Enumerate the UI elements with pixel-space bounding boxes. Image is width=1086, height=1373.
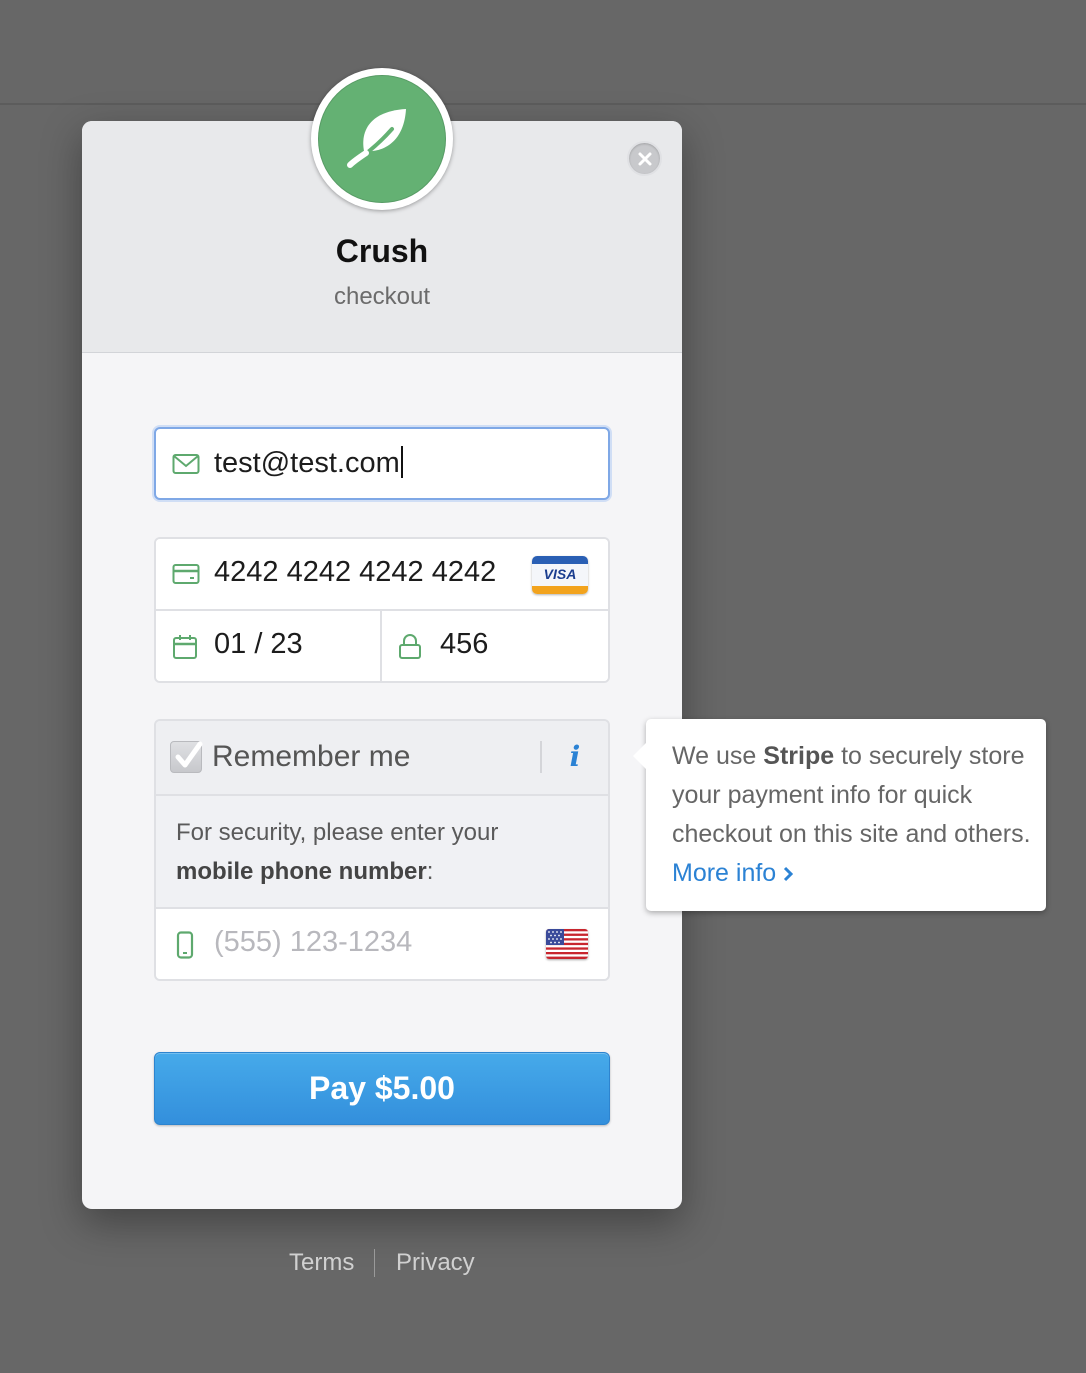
cvc-value: 456 [440,628,489,660]
vertical-divider [540,741,542,773]
us-flag-icon[interactable] [546,929,588,959]
card-details-group: 4242 4242 4242 4242 VISA 01 / 23 456 [154,537,610,683]
remember-me-section: Remember me i For security, please enter… [154,719,610,981]
more-info-link[interactable]: More info [672,859,794,887]
security-message: For security, please enter your mobile p… [176,813,596,891]
mobile-phone-icon [176,931,194,964]
email-value: test@test.com [214,447,400,479]
close-icon [638,152,652,166]
info-icon[interactable]: i [560,737,590,777]
merchant-name: Crush [335,233,429,269]
close-button[interactable] [627,141,662,176]
remember-me-label: Remember me [212,740,411,773]
chevron-right-icon [784,866,794,882]
terms-link[interactable]: Terms [289,1249,354,1277]
phone-placeholder: (555) 123-1234 [214,926,413,958]
more-info-label: More info [672,859,777,887]
remember-me-checkbox[interactable] [170,741,203,773]
calendar-icon [172,634,198,660]
cvc-field[interactable]: 456 [382,611,608,681]
tooltip-text: We use Stripe to securely store your pay… [672,737,1032,893]
logo-circle [318,75,446,203]
lock-icon [398,634,422,660]
envelope-icon [172,453,200,475]
security-text-prefix: For security, please enter your [176,819,499,846]
card-brand-label: VISA [543,566,577,582]
remember-me-row[interactable]: Remember me i [156,721,608,796]
privacy-link[interactable]: Privacy [396,1249,475,1277]
credit-card-icon [172,563,200,585]
text-caret [400,446,403,478]
checkmark-icon [175,741,203,768]
pay-button[interactable]: Pay $5.00 [154,1052,610,1125]
leaf-icon [347,109,406,168]
stripe-info-tooltip: We use Stripe to securely store your pay… [633,719,1046,911]
visa-card-icon: VISA [532,556,588,594]
footer-separator [374,1249,375,1277]
card-number-field[interactable]: 4242 4242 4242 4242 VISA [156,539,608,611]
card-number-value: 4242 4242 4242 4242 [214,556,497,588]
checkout-subtitle: checkout [333,283,431,310]
email-field[interactable]: test@test.com [154,427,610,500]
expiry-value: 01 / 23 [214,628,303,660]
phone-field[interactable]: (555) 123-1234 [156,907,608,979]
tooltip-text-prefix: We use [672,742,757,770]
footer: Terms Privacy [0,1247,764,1281]
expiry-field[interactable]: 01 / 23 [156,611,382,681]
security-text-bold: mobile phone number [176,858,427,885]
background-divider [0,103,1086,105]
security-text-suffix: : [426,858,434,885]
checkout-modal: Crush checkout test@test.com 4242 4242 4… [82,68,682,1209]
merchant-logo [311,68,453,210]
tooltip-text-bold: Stripe [763,742,835,770]
